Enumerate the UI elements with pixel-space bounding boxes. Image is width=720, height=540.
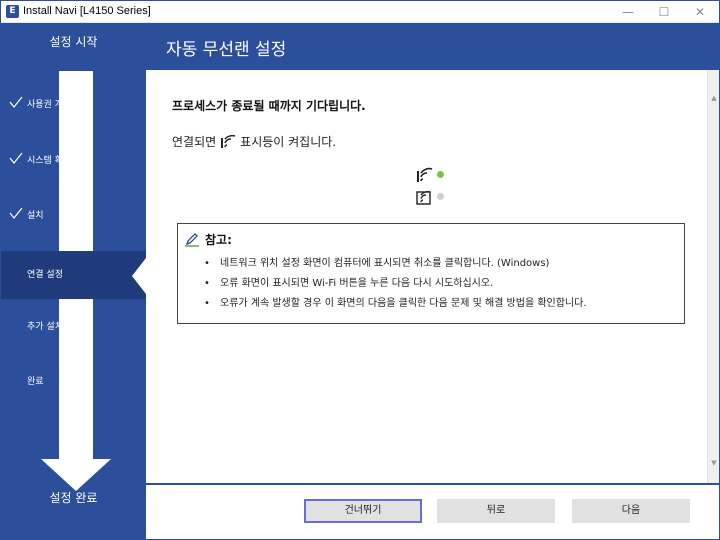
note-item: 네트워크 위치 설정 화면이 컴퓨터에 표시되면 취소를 클릭합니다. (Win… [204,257,587,277]
subline-text-after: 표시등이 켜집니다. [240,135,337,149]
wifi-direct-lamp-row [416,189,456,207]
active-step-indicator [132,258,146,294]
close-button[interactable]: ✕ [683,1,717,23]
vertical-scrollbar[interactable]: ▲ ▼ [707,70,719,483]
pencil-icon [185,232,199,247]
instruction-subline: 연결되면 표시등이 켜집니다. [172,133,336,150]
lamp-on-indicator [437,171,444,178]
note-item: 오류가 계속 발생할 경우 이 화면의 다음을 클릭한 다음 문제 및 해결 방… [204,297,587,317]
scroll-up-icon[interactable]: ▲ [710,94,718,102]
page-title: 자동 무선랜 설정 [166,40,287,60]
sidebar-step-license: 사용권 계약 [1,89,146,119]
note-title: 참고: [184,231,232,248]
lamp-off-indicator [437,193,444,200]
main-content: 프로세스가 종료될 때까지 기다립니다. 연결되면 표시등이 켜집니다. 참고:… [146,70,707,483]
wifi-lamp-icon [221,134,236,148]
note-title-label: 참고: [205,233,232,247]
sidebar: 설정 시작 사용권 계약 시스템 확인 설치 연결 설정 추가 설치 완료 설정… [1,23,146,539]
sidebar-step-label: 시스템 확인 [27,156,72,166]
note-list: 네트워크 위치 설정 화면이 컴퓨터에 표시되면 취소를 클릭합니다. (Win… [204,257,587,317]
footer-bar: 건너뛰기 뒤로 다음 [146,483,719,539]
app-icon: E [6,5,19,18]
sidebar-start-label: 설정 시작 [49,35,98,49]
skip-button[interactable]: 건너뛰기 [304,499,422,523]
checkmark-icon [9,152,23,164]
sidebar-step-additional: 추가 설치 [1,311,146,341]
maximize-button[interactable]: ☐ [647,1,681,23]
sidebar-step-label: 추가 설치 [27,322,63,332]
sidebar-step-connection: 연결 설정 [1,251,146,299]
back-button[interactable]: 뒤로 [437,499,555,523]
next-button[interactable]: 다음 [572,499,690,523]
page-header: 자동 무선랜 설정 [146,23,719,70]
checkmark-icon [9,96,23,108]
note-box: 참고: 네트워크 위치 설정 화면이 컴퓨터에 표시되면 취소를 클릭합니다. … [177,223,685,324]
sidebar-step-label: 사용권 계약 [27,100,72,110]
sidebar-step-label: 완료 [27,377,44,387]
sidebar-step-system-check: 시스템 확인 [1,145,146,175]
subline-text-before: 연결되면 [172,135,217,149]
note-item: 오류 화면이 표시되면 Wi-Fi 버튼을 누른 다음 다시 시도하십시오. [204,277,587,297]
wifi-lamp-row [416,167,456,185]
title-bar: E Install Navi [L4150 Series] — ☐ ✕ [1,1,719,23]
scroll-down-icon[interactable]: ▼ [710,459,718,467]
sidebar-step-label: 설치 [27,211,44,221]
minimize-button[interactable]: — [611,1,645,23]
window-title: Install Navi [L4150 Series] [23,5,151,17]
wifi-direct-lamp-icon [416,191,431,205]
progress-arrow-icon [41,71,111,491]
installer-window: E Install Navi [L4150 Series] — ☐ ✕ 설정 시… [0,0,720,540]
sidebar-step-finish: 완료 [1,366,146,396]
wifi-lamp-icon [417,167,433,182]
sidebar-step-label: 연결 설정 [27,270,63,280]
sidebar-end-label: 설정 완료 [49,491,98,505]
sidebar-step-install: 설치 [1,200,146,230]
instruction-heading: 프로세스가 종료될 때까지 기다립니다. [172,99,366,113]
checkmark-icon [9,207,23,219]
